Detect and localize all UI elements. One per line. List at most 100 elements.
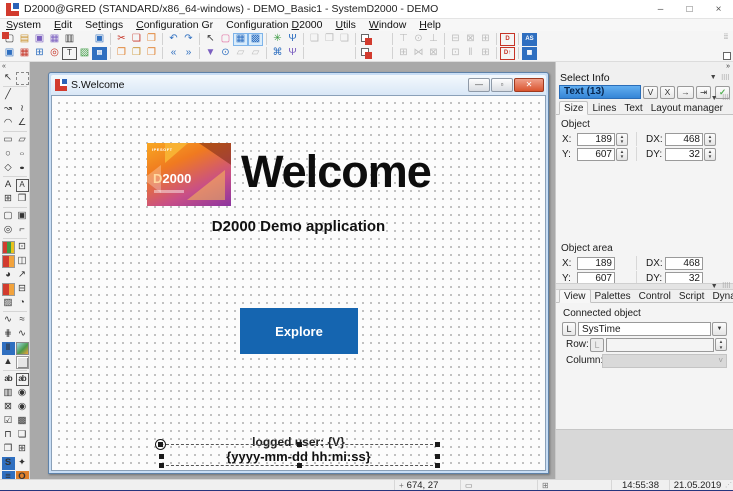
selection-item[interactable]: Text (13) <box>559 85 641 99</box>
transform-icon[interactable]: ▢ <box>218 33 233 46</box>
dmd-icon[interactable]: ▤ <box>92 47 107 60</box>
corner-tool-icon[interactable]: ⌐ <box>16 224 29 237</box>
fit-width-icon[interactable]: ⊡ <box>448 47 463 60</box>
circle-tool-icon[interactable]: ○ <box>2 148 15 161</box>
erase-icon[interactable]: ▱ <box>233 47 248 60</box>
same-height-icon[interactable]: ⊞ <box>478 33 493 46</box>
display-icon[interactable]: ▣ <box>92 33 107 46</box>
view-tabs-dropdown-icon[interactable]: ▼ <box>711 283 718 290</box>
select-next-button[interactable]: → <box>677 86 694 99</box>
scheme-minimize-button[interactable]: — <box>468 78 490 92</box>
object-x-field[interactable]: 189 <box>577 133 615 146</box>
pointer-tool-icon[interactable]: ↖ <box>2 72 15 85</box>
picture-frame-icon[interactable]: D <box>500 33 515 46</box>
trend-tool-icon[interactable]: ↗ <box>16 269 29 282</box>
arc-tool-icon[interactable]: ◠ <box>2 117 15 130</box>
pump-tool-icon[interactable]: ▲ <box>2 356 15 369</box>
resize-grip-icon[interactable]: ⋰ <box>725 481 733 489</box>
apply-style-icon[interactable] <box>374 47 389 60</box>
ring-tool-icon[interactable]: ◎ <box>2 224 15 237</box>
selection-handle[interactable] <box>435 454 440 459</box>
polyline-tool-icon[interactable]: ↝ <box>2 103 15 116</box>
object-y-field[interactable]: 607 <box>577 148 615 161</box>
rounded-rect-tool-icon[interactable]: ▢ <box>2 210 15 223</box>
tower-tool-icon[interactable]: ◫ <box>16 255 29 268</box>
select-info-dropdown-icon[interactable]: ▼ <box>710 74 717 81</box>
align-top-icon[interactable]: ⊤ <box>396 33 411 46</box>
table-tool-icon[interactable]: ⊞ <box>2 193 15 206</box>
tile-windows-icon[interactable]: ⊞ <box>32 47 47 60</box>
export-icon[interactable]: ❐ <box>144 47 159 60</box>
text-style-icon[interactable]: T <box>62 47 77 60</box>
bring-to-front-icon[interactable] <box>359 33 374 46</box>
colorstrip-tool-icon[interactable] <box>2 255 15 268</box>
tab-text[interactable]: Text <box>620 102 646 114</box>
filled-ellipse-tool-icon[interactable]: ● <box>16 164 29 172</box>
gauge-tool-icon[interactable]: ◔ <box>16 297 29 310</box>
erase-all-icon[interactable]: ▱ <box>248 47 263 60</box>
parallelogram-tool-icon[interactable]: ▱ <box>16 134 29 147</box>
scheme-close-button[interactable]: ✕ <box>514 78 544 92</box>
menu-configuration-gr[interactable]: Configuration Gr <box>136 19 213 31</box>
zoom-icon[interactable]: ⊙ <box>218 47 233 60</box>
structure-icon[interactable]: Ψ <box>285 33 300 46</box>
tab-script[interactable]: Script <box>675 290 709 302</box>
align-bottom-icon[interactable]: ⊥ <box>426 33 441 46</box>
rectangle-tool-icon[interactable]: ▭ <box>2 134 15 147</box>
bargraph-tool-icon[interactable] <box>2 241 15 254</box>
angle-tool-icon[interactable]: ∠ <box>16 117 29 130</box>
selection-handle[interactable] <box>159 454 164 459</box>
xbox-tool-icon[interactable]: ⊠ <box>2 401 15 414</box>
menu-settings[interactable]: Settings <box>85 19 123 31</box>
object-x-spinner[interactable]: ▲▼ <box>616 133 628 146</box>
connect-object-icon[interactable]: ✳ <box>270 33 285 46</box>
copy-style-icon[interactable] <box>359 47 374 60</box>
snap-grid-icon[interactable]: ▩ <box>248 33 263 46</box>
selection-handle[interactable] <box>159 463 164 468</box>
save-all-icon[interactable]: ▦ <box>47 33 62 46</box>
print-icon[interactable]: ▥ <box>62 33 77 46</box>
tab-layout-manager[interactable]: Layout manager <box>647 102 727 114</box>
same-size-icon[interactable]: ⊠ <box>463 33 478 46</box>
ellipse-tool-icon[interactable]: ○ <box>16 150 29 158</box>
selection-handle[interactable] <box>435 442 440 447</box>
select-last-button[interactable]: ⇥ <box>696 86 711 99</box>
combo-tool-icon[interactable]: ▥ <box>2 387 15 400</box>
tab-palettes[interactable]: Palettes <box>591 290 635 302</box>
fit-height-icon[interactable]: ‖ <box>463 47 478 60</box>
workspace-icon[interactable]: ▣ <box>2 47 17 60</box>
led-tool-icon[interactable]: ◉ <box>16 387 29 400</box>
selection-handle[interactable] <box>435 463 440 468</box>
tab-size[interactable]: Size <box>559 101 588 115</box>
size-tabs-grip-icon[interactable]: ⠿⠿ <box>722 94 730 102</box>
select-info-grip-icon[interactable]: ⠿⠿ <box>721 74 729 82</box>
swf-tool-icon[interactable]: S <box>2 457 15 470</box>
menu-system[interactable]: System <box>6 19 41 31</box>
align-middle-icon[interactable]: ⊙ <box>411 33 426 46</box>
connected-object-field[interactable]: SysTime <box>578 322 711 336</box>
connected-object-l-button[interactable]: L <box>562 322 576 336</box>
target-icon[interactable]: ◎ <box>47 47 62 60</box>
paste-icon[interactable]: ❐ <box>144 33 159 46</box>
same-width-icon[interactable]: ⊟ <box>448 33 463 46</box>
stretch-width-icon[interactable]: ⊞ <box>396 47 411 60</box>
checkbox-tool-icon[interactable]: ☑ <box>2 415 15 428</box>
slider-tool-icon[interactable]: ⊟ <box>16 283 29 296</box>
design-canvas[interactable]: IPESOFT D2000 Welcome D2000 Demo applica… <box>51 95 546 471</box>
open-icon[interactable]: ▤ <box>17 33 32 46</box>
clipboard-tool-icon[interactable]: ❒ <box>2 443 15 456</box>
datagrid-tool-icon[interactable]: ⊞ <box>16 443 29 456</box>
brand-image[interactable]: IPESOFT D2000 <box>147 143 231 206</box>
tab-control-tool-icon[interactable]: ❏ <box>16 429 29 442</box>
scheme-window[interactable]: S.Welcome — ▫ ✕ IPESOFT D2000 Welcome D2… <box>48 72 549 474</box>
menu-help[interactable]: Help <box>419 19 441 31</box>
forward-icon[interactable]: » <box>181 47 196 60</box>
colorstrip2-tool-icon[interactable] <box>2 283 15 296</box>
scheme-window-titlebar[interactable]: S.Welcome — ▫ ✕ <box>51 75 546 95</box>
send-to-back-icon[interactable] <box>374 33 389 46</box>
segmented-line-tool-icon[interactable]: ≀ <box>16 103 29 116</box>
tab-control[interactable]: Control <box>635 290 675 302</box>
hatch-tool-icon[interactable]: ▨ <box>2 297 15 310</box>
as-script-icon[interactable]: AS <box>522 33 537 46</box>
select-x-button[interactable]: X <box>660 86 675 99</box>
